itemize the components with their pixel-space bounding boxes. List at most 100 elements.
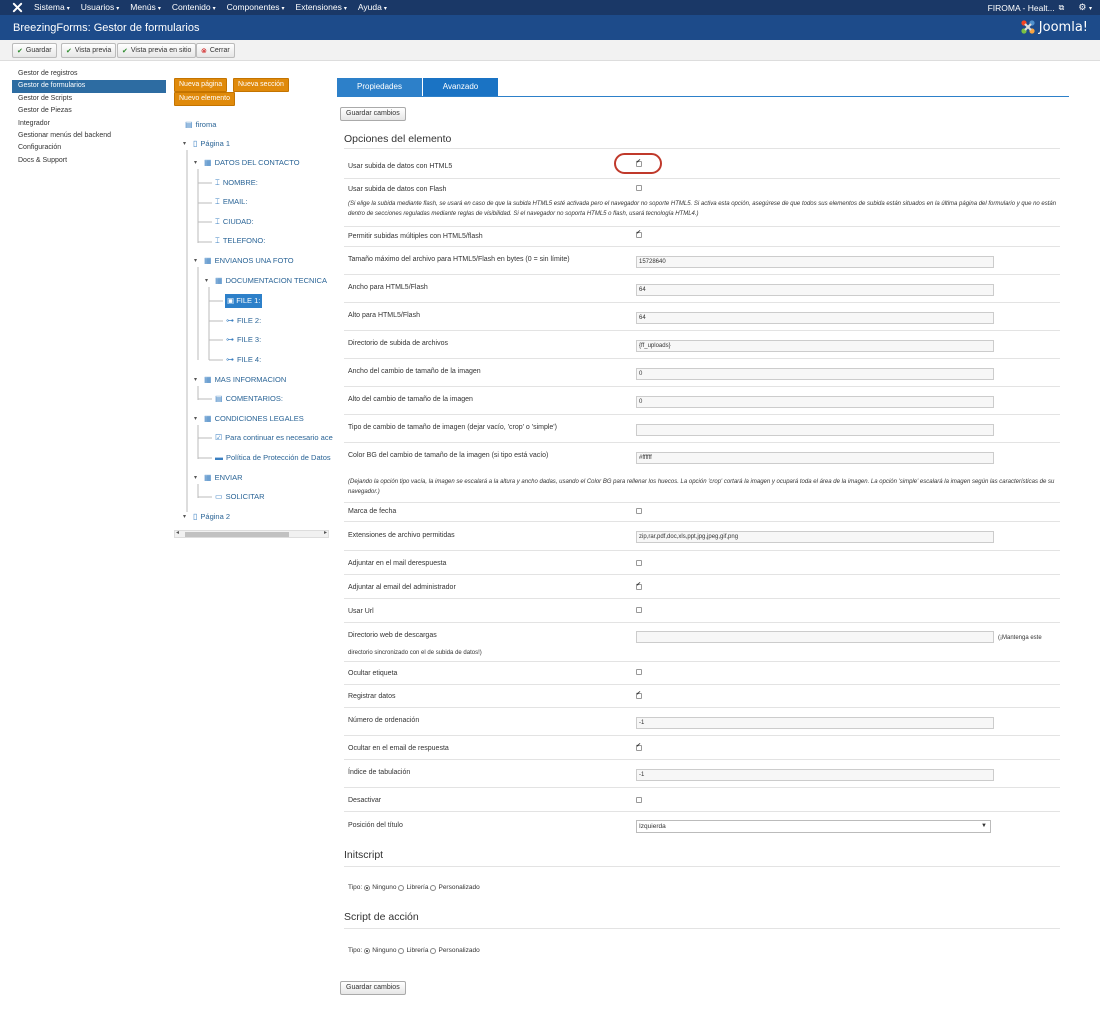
action-radio-library[interactable] (398, 947, 405, 954)
new-section-button[interactable]: Nueva sección (233, 78, 289, 92)
web-dir-input[interactable] (636, 631, 994, 643)
tree-page-2[interactable]: ▾ ▯ Página 2 (183, 510, 230, 524)
initscript-radio-none[interactable] (364, 884, 371, 891)
tree-section-documentacion[interactable]: ▾ ▦ DOCUMENTACION TECNICA (205, 274, 327, 288)
tree-horizontal-scrollbar[interactable]: ◂ ▸ (174, 530, 329, 538)
save-button[interactable]: ✔ Guardar (12, 43, 57, 58)
attach-admin-checkbox[interactable] (636, 581, 642, 590)
tab-advanced[interactable]: Avanzado (423, 78, 498, 96)
new-element-button[interactable]: Nuevo elemento (174, 92, 235, 106)
tree-section-mas-info[interactable]: ▾ ▦ MAS INFORMACION (194, 373, 286, 387)
menu-contenido[interactable]: Contenido ▾ (172, 0, 216, 15)
action-radio-custom[interactable] (430, 947, 437, 954)
width-input[interactable]: 64 (636, 284, 994, 296)
folder-icon: ▬ (215, 453, 223, 462)
tree-section-condiciones[interactable]: ▾ ▦ CONDICIONES LEGALES (194, 412, 304, 426)
title-position-select[interactable]: Izquierda ▼ (636, 820, 991, 833)
joomla-icon[interactable] (12, 2, 23, 13)
max-size-input[interactable]: 15728640 (636, 256, 994, 268)
tree-section-envianos[interactable]: ▾ ▦ ENVIANOS UNA FOTO (194, 254, 294, 268)
textarea-icon: ▤ (215, 394, 223, 403)
action-radio-none[interactable] (364, 947, 371, 954)
menu-usuarios[interactable]: Usuarios ▾ (81, 0, 120, 15)
menu-componentes[interactable]: Componentes ▾ (227, 0, 285, 15)
tree-item-ciudad[interactable]: ⌶ CIUDAD: (215, 215, 254, 229)
scroll-left-icon[interactable]: ◂ (176, 529, 179, 536)
save-changes-button-top[interactable]: Guardar cambios (340, 107, 406, 121)
caret-down-icon: ▾ (194, 416, 198, 422)
tree-item-nombre[interactable]: ⌶ NOMBRE: (215, 176, 258, 190)
bg-color-label: Color BG del cambio de tamaño de la imag… (348, 452, 549, 459)
resize-type-input[interactable] (636, 424, 994, 436)
close-button[interactable]: ⊗ Cerrar (196, 43, 235, 58)
resize-width-input[interactable]: 0 (636, 368, 994, 380)
bg-color-input[interactable]: #ffffff (636, 452, 994, 464)
scrollbar-thumb[interactable] (185, 532, 289, 537)
tree-page-1[interactable]: ▾ ▯ Página 1 (183, 137, 230, 151)
tree-item-telefono[interactable]: ⌶ TELEFONO: (215, 234, 265, 248)
divider (344, 866, 1060, 867)
tree-item-comentarios[interactable]: ▤ COMENTARIOS: (215, 392, 283, 406)
order-input[interactable]: -1 (636, 717, 994, 729)
tree-item-email[interactable]: ⌶ EMAIL: (215, 195, 247, 209)
tree-section-enviar[interactable]: ▾ ▦ ENVIAR (194, 471, 243, 485)
tree-section-datos[interactable]: ▾ ▦ DATOS DEL CONTACTO (194, 156, 300, 170)
menu-ayuda[interactable]: Ayuda ▾ (358, 0, 387, 15)
disable-label: Desactivar (348, 797, 382, 804)
tree-item-file1[interactable]: ▣ FILE 1: (225, 294, 263, 308)
tree-item-file4[interactable]: ⊶ FILE 4: (226, 353, 261, 367)
menu-extensiones[interactable]: Extensiones ▾ (296, 0, 347, 15)
menu-menus[interactable]: Menús ▾ (130, 0, 161, 15)
sidebar-item-menus-backend[interactable]: Gestionar menús del backend (12, 130, 166, 142)
site-link[interactable]: FIROMA - Healt... (988, 3, 1055, 13)
tree-item-file3[interactable]: ⊶ FILE 3: (226, 333, 261, 347)
preview-site-button[interactable]: ✔ Vista previa en sitio (117, 43, 197, 58)
log-data-checkbox[interactable] (636, 690, 642, 699)
gear-icon[interactable]: ⚙ ▾ (1078, 2, 1092, 13)
tree-item-file2[interactable]: ⊶ FILE 2: (226, 314, 261, 328)
divider (344, 302, 1060, 303)
tree-item-politica[interactable]: ▬ Política de Protección de Datos (215, 451, 331, 465)
divider (344, 178, 1060, 179)
sidebar-item-scripts[interactable]: Gestor de Scripts (12, 93, 166, 105)
radio-label: Librería (406, 947, 429, 954)
sidebar-item-configuracion[interactable]: Configuración (12, 142, 166, 154)
tab-properties[interactable]: Propiedades (337, 78, 422, 96)
html5-upload-checkbox[interactable] (636, 158, 642, 167)
sidebar-item-integrador[interactable]: Integrador (12, 118, 166, 130)
flash-upload-checkbox[interactable] (636, 185, 642, 191)
preview-button[interactable]: ✔ Vista previa (61, 43, 117, 58)
sidebar-item-piezas[interactable]: Gestor de Piezas (12, 105, 166, 117)
tree-root[interactable]: ▤ firoma (185, 118, 216, 132)
height-input[interactable]: 64 (636, 312, 994, 324)
check-icon: ✔ (17, 47, 23, 55)
caret-down-icon: ▾ (205, 278, 209, 284)
attach-reply-checkbox[interactable] (636, 560, 642, 566)
use-url-checkbox[interactable] (636, 607, 642, 613)
sidebar-item-docs[interactable]: Docs & Support (12, 155, 166, 167)
textfield-icon: ⌶ (215, 197, 220, 206)
external-link-icon[interactable]: ⧉ (1059, 3, 1065, 13)
scroll-right-icon[interactable]: ▸ (324, 529, 327, 536)
tree-item-solicitar[interactable]: ▭ SOLICITAR (215, 490, 265, 504)
extensions-input[interactable]: zip,rar,pdf,doc,xls,ppt,jpg,jpeg,gif,png (636, 531, 994, 543)
menu-sistema[interactable]: Sistema ▾ (34, 0, 70, 15)
disable-checkbox[interactable] (636, 797, 642, 803)
caret-down-icon: ▾ (1088, 6, 1092, 12)
tab-index-input[interactable]: -1 (636, 769, 994, 781)
upload-dir-input[interactable]: {ff_uploads} (636, 340, 994, 352)
new-page-button[interactable]: Nueva página (174, 78, 228, 92)
timestamp-checkbox[interactable] (636, 508, 642, 514)
sidebar-item-registros[interactable]: Gestor de registros (12, 68, 166, 80)
resize-height-input[interactable]: 0 (636, 396, 994, 408)
sidebar-item-formularios[interactable]: Gestor de formularios (12, 80, 166, 93)
hide-label-checkbox[interactable] (636, 669, 642, 675)
initscript-radio-library[interactable] (398, 884, 405, 891)
multiple-upload-checkbox[interactable] (636, 229, 642, 238)
hide-email-checkbox[interactable] (636, 742, 642, 751)
initscript-radio-custom[interactable] (430, 884, 437, 891)
tree-item-para-continuar[interactable]: ☑ Para continuar es necesario ace (215, 431, 333, 445)
save-changes-button-bottom[interactable]: Guardar cambios (340, 981, 406, 995)
caret-down-icon: ▾ (212, 6, 216, 12)
top-menu: Sistema ▾ Usuarios ▾ Menús ▾ Contenido ▾ Com… (34, 0, 398, 15)
